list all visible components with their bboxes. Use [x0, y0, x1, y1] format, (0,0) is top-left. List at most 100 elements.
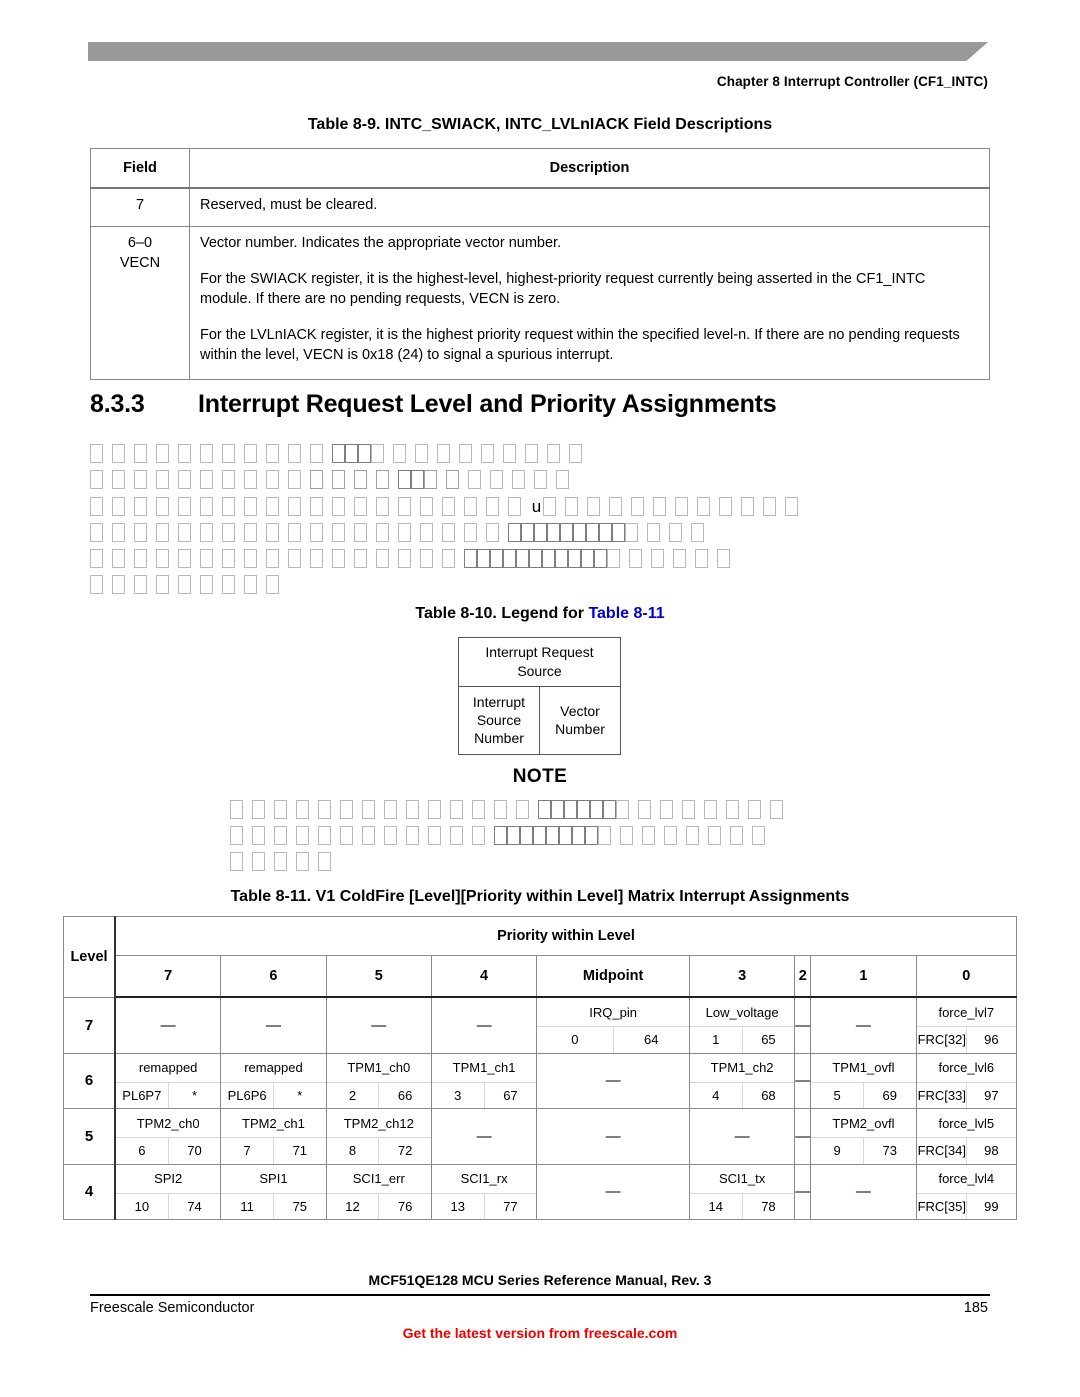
vector-number: *: [191, 1087, 198, 1103]
missing-glyph-box: [477, 549, 490, 568]
dash-mark: —: [476, 1016, 492, 1034]
missing-glyph-box: [442, 497, 455, 516]
missing-glyph-box: [521, 523, 534, 542]
missing-glyph-box: [494, 826, 507, 845]
missing-glyph-box: [542, 549, 555, 568]
missing-glyph-box: [730, 826, 743, 845]
missing-glyph-box: [708, 826, 721, 845]
missing-glyph-box: [741, 497, 754, 516]
missing-glyph-box: [546, 826, 559, 845]
missing-glyph-box: [318, 826, 331, 845]
missing-glyph-box: [354, 549, 367, 568]
missing-glyph-box: [288, 470, 301, 489]
missing-glyph-box: [481, 444, 494, 463]
interrupt-request-source: TPM1_ch0: [326, 1053, 431, 1083]
dash-mark: —: [795, 1127, 811, 1145]
interrupt-source-number: 7: [221, 1137, 274, 1164]
missing-glyph-box: [629, 549, 642, 568]
interrupt-request-source: SCI1_tx: [689, 1164, 795, 1194]
missing-glyph-box: [252, 826, 265, 845]
missing-glyph-box: [669, 523, 682, 542]
interrupt-source-number: PL6P6: [221, 1082, 274, 1108]
column-header-priority-4: 4: [430, 955, 538, 998]
column-header-description: Description: [189, 148, 990, 189]
interrupt-request-source: remapped: [221, 1053, 326, 1083]
missing-glyph-box: [222, 549, 235, 568]
vector-number: 74: [187, 1198, 202, 1214]
missing-glyph-box: [358, 444, 371, 463]
missing-glyph-box: [112, 523, 125, 542]
missing-glyph-box: [200, 575, 213, 594]
interrupt-assignment-cell: remapped PL6P6 *: [220, 1052, 327, 1109]
empty-assignment-cell: —: [810, 996, 917, 1054]
tofu-text-line: [230, 852, 792, 878]
vector-number: 66: [397, 1087, 413, 1103]
column-header-field: Field: [90, 148, 190, 189]
missing-glyph-box: [717, 549, 730, 568]
missing-glyph-box: [642, 826, 655, 845]
missing-glyph-box: [288, 444, 301, 463]
missing-glyph-box: [581, 549, 594, 568]
table-row: Interrupt Source Number Vector Number: [458, 686, 621, 755]
missing-glyph-box: [362, 800, 375, 819]
tofu-text-line: [90, 549, 807, 575]
legend-source-label: Interrupt Request Source: [458, 637, 621, 687]
empty-assignment-cell: —: [688, 1108, 796, 1165]
missing-glyph-box: [266, 497, 279, 516]
legend-source-number-label: Interrupt Source Number: [458, 686, 540, 755]
missing-glyph-box: [90, 549, 103, 568]
missing-glyph-box: [384, 800, 397, 819]
table-row: 7 — — — — IRQ_pin 0 64 Low_voltage 1 65 — — force_lvl…: [63, 996, 1018, 1054]
missing-glyph-box: [252, 800, 265, 819]
body-paragraph-2: u: [90, 497, 807, 601]
note-title: NOTE: [512, 766, 568, 787]
missing-glyph-box: [112, 549, 125, 568]
missing-glyph-box: [490, 470, 503, 489]
missing-glyph-box: [156, 575, 169, 594]
missing-glyph-box: [420, 549, 433, 568]
missing-glyph-box: [555, 549, 568, 568]
interrupt-source-number: 13: [431, 1193, 485, 1219]
missing-glyph-box: [529, 549, 542, 568]
missing-glyph-box: [244, 497, 257, 516]
missing-glyph-box: [653, 497, 666, 516]
interrupt-assignment-cell: force_lvl4 FRC[35] 99: [915, 1163, 1018, 1220]
missing-glyph-box: [472, 800, 485, 819]
missing-glyph-box: [376, 470, 389, 489]
interrupt-source-number: 12: [326, 1193, 380, 1219]
table-8-9: Field Description 7 Reserved, must be cl…: [90, 148, 990, 380]
dash-mark: —: [605, 1072, 621, 1090]
missing-glyph-box: [719, 497, 732, 516]
footer-link[interactable]: Get the latest version from freescale.co…: [0, 1325, 1080, 1341]
column-header-priority-0: 0: [915, 955, 1018, 998]
table-8-11-link[interactable]: Table 8-11: [588, 605, 664, 622]
missing-glyph-box: [664, 826, 677, 845]
missing-glyph-box: [420, 497, 433, 516]
missing-glyph-box: [244, 575, 257, 594]
missing-glyph-box: [266, 523, 279, 542]
table-8-9-title: Table 8-9. INTC_SWIACK, INTC_LVLnIACK Fi…: [307, 116, 773, 133]
interrupt-request-source: TPM2_ch12: [326, 1109, 431, 1138]
missing-glyph-box: [332, 549, 345, 568]
vector-number: 72: [397, 1143, 413, 1159]
missing-glyph-box: [178, 470, 191, 489]
interrupt-request-source: SCI1_rx: [431, 1164, 537, 1194]
tofu-text-line: [90, 523, 807, 549]
tofu-text-line: [230, 826, 792, 852]
table-row: 7 Reserved, must be cleared.: [90, 187, 990, 227]
missing-glyph-box: [647, 523, 660, 542]
missing-glyph-box: [516, 800, 529, 819]
missing-glyph-box: [585, 826, 598, 845]
missing-glyph-box: [686, 826, 699, 845]
missing-glyph-box: [516, 549, 529, 568]
dash-mark: —: [371, 1016, 387, 1034]
interrupt-assignment-cell: SPI2 10 74: [114, 1163, 222, 1220]
interrupt-request-source: remapped: [116, 1053, 221, 1083]
missing-glyph-box: [310, 523, 323, 542]
missing-glyph-box: [222, 470, 235, 489]
missing-glyph-box: [398, 523, 411, 542]
vector-number: 71: [292, 1143, 308, 1159]
interrupt-source-number: 8: [326, 1137, 380, 1164]
missing-glyph-box: [556, 470, 569, 489]
missing-glyph-box: [538, 800, 551, 819]
